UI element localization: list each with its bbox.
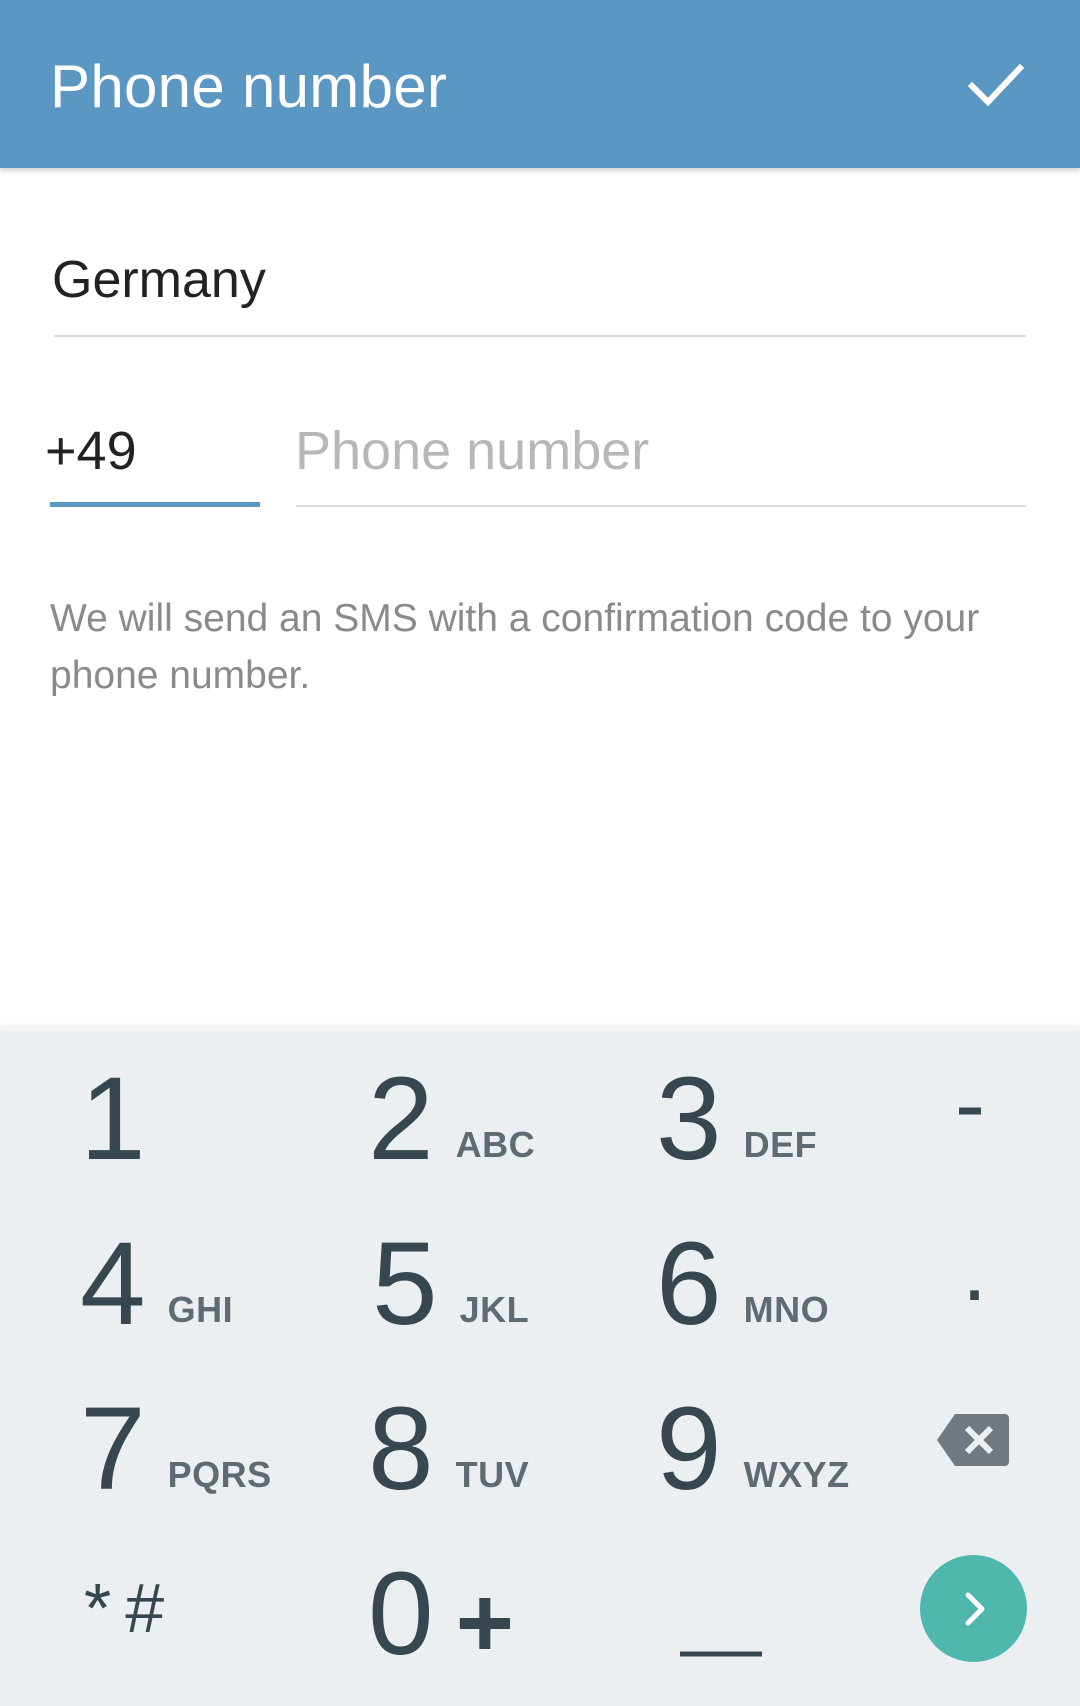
key-digit: 5 xyxy=(372,1218,438,1350)
country-selector[interactable]: Germany xyxy=(52,250,266,310)
key-digit: 9 xyxy=(656,1383,722,1515)
key-star-hash[interactable]: * # xyxy=(84,1568,178,1648)
app-bar: Phone number xyxy=(0,0,1080,168)
backspace-button[interactable] xyxy=(935,1412,1011,1468)
key-symbol: - xyxy=(955,1055,985,1155)
key-7[interactable]: 7 PQRS xyxy=(80,1390,272,1508)
key-letters: GHI xyxy=(167,1289,234,1330)
key-letters: TUV xyxy=(455,1454,530,1495)
key-digit: 4 xyxy=(80,1218,146,1350)
key-3[interactable]: 3 DEF xyxy=(656,1060,817,1178)
next-button[interactable] xyxy=(920,1555,1027,1662)
key-digit: 8 xyxy=(368,1383,434,1515)
confirm-button[interactable] xyxy=(956,50,1036,120)
key-9[interactable]: 9 WXYZ xyxy=(656,1390,850,1508)
key-letters: MNO xyxy=(743,1289,830,1330)
key-letters: ABC xyxy=(455,1124,536,1165)
key-plus: + xyxy=(455,1567,515,1679)
key-dash[interactable]: - xyxy=(955,1060,985,1150)
key-digit: 7 xyxy=(80,1383,146,1515)
key-digit: 6 xyxy=(656,1218,722,1350)
phone-number-underline xyxy=(296,505,1026,507)
key-8[interactable]: 8 TUV xyxy=(368,1390,529,1508)
key-digit: 3 xyxy=(656,1053,722,1185)
key-symbol: . xyxy=(962,1220,988,1320)
country-code-underline xyxy=(50,502,260,507)
space-bar-icon xyxy=(680,1651,762,1657)
key-dot[interactable]: . xyxy=(962,1225,987,1315)
space-key[interactable] xyxy=(678,1600,764,1660)
key-6[interactable]: 6 MNO xyxy=(656,1225,829,1343)
check-icon xyxy=(967,63,1025,107)
page-title: Phone number xyxy=(50,53,448,120)
key-2[interactable]: 2 ABC xyxy=(368,1060,535,1178)
sms-info-text: We will send an SMS with a confirmation … xyxy=(50,597,980,697)
country-code-field[interactable]: +49 xyxy=(45,420,255,481)
key-star: * xyxy=(84,1569,126,1647)
key-letters: DEF xyxy=(743,1124,818,1165)
key-digit: 2 xyxy=(368,1053,434,1185)
phone-number-field[interactable]: Phone number xyxy=(295,420,1025,481)
key-1[interactable]: 1 xyxy=(80,1060,146,1178)
key-0[interactable]: 0 + xyxy=(368,1555,514,1673)
chevron-right-icon xyxy=(965,1592,984,1625)
backspace-icon xyxy=(937,1414,1009,1466)
country-divider xyxy=(54,335,1026,337)
key-5[interactable]: 5 JKL xyxy=(372,1225,529,1343)
key-digit: 0 xyxy=(368,1548,434,1680)
key-hash: # xyxy=(125,1569,179,1647)
key-digit: 1 xyxy=(80,1053,146,1185)
key-letters: PQRS xyxy=(167,1454,272,1495)
key-4[interactable]: 4 GHI xyxy=(80,1225,233,1343)
key-letters: JKL xyxy=(459,1289,530,1330)
key-letters: WXYZ xyxy=(743,1454,850,1495)
